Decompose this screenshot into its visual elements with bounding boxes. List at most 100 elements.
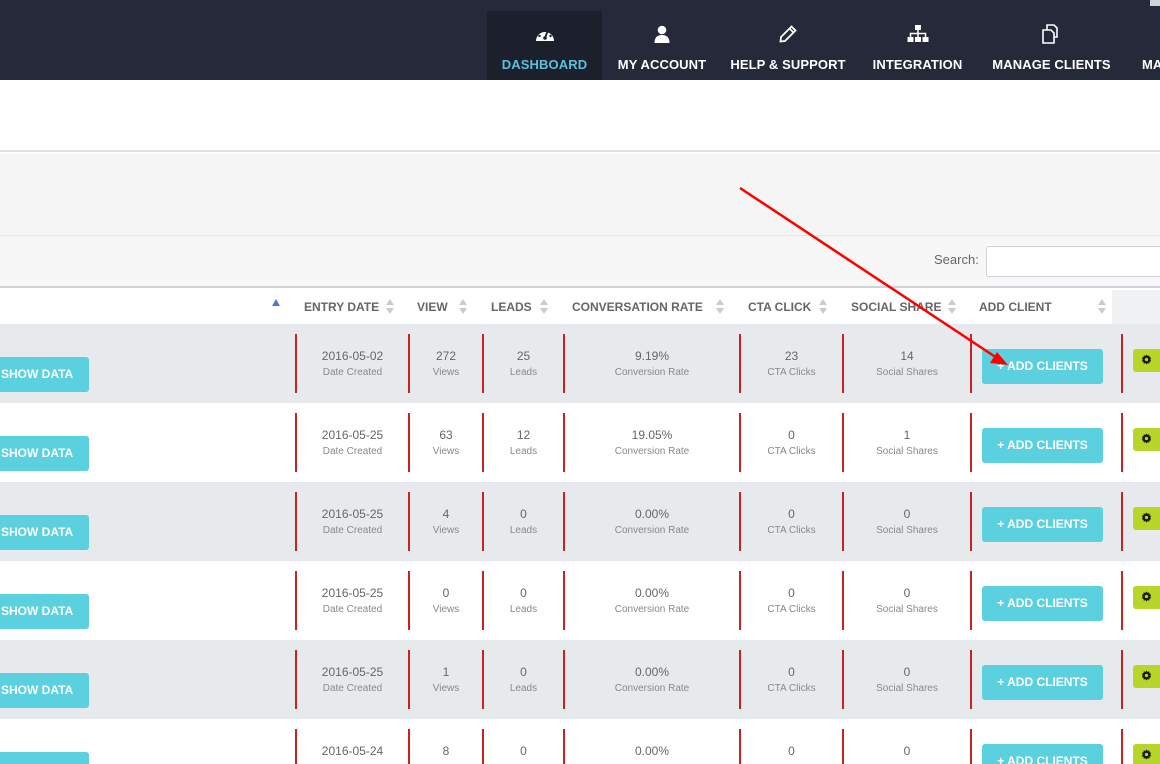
column-divider (970, 334, 972, 393)
settings-button[interactable] (1133, 349, 1160, 372)
nav-my-account-label: MY ACCOUNT (617, 57, 707, 72)
leads-cell: 12 Leads (484, 428, 563, 459)
sort-icon[interactable] (819, 299, 827, 315)
views-sublabel: Views (432, 367, 460, 378)
rate-sublabel: Conversion Rate (614, 604, 690, 615)
add-clients-button[interactable]: + ADD CLIENTS (982, 744, 1103, 764)
settings-button[interactable] (1133, 586, 1160, 609)
entry-date-cell: 2016-05-25 Date Created (297, 665, 408, 696)
column-divider (1121, 492, 1123, 551)
column-divider (1121, 334, 1123, 393)
views-cell: 8 (410, 744, 482, 759)
rate-cell: 9.19% Conversion Rate (565, 349, 739, 380)
social-value: 0 (903, 744, 911, 758)
cta-cell: 0 (741, 744, 842, 759)
gear-icon (1141, 668, 1152, 686)
social-sublabel: Social Shares (876, 683, 938, 694)
nav-help-support-label: HELP & SUPPORT (730, 57, 846, 72)
col-entry-date[interactable]: ENTRY DATE (304, 290, 379, 324)
views-value: 4 (442, 507, 450, 521)
col-cta-click[interactable]: CTA CLICK (748, 290, 811, 324)
col-conversation-rate[interactable]: CONVERSATION RATE (572, 290, 703, 324)
social-sublabel: Social Shares (876, 604, 938, 615)
views-cell: 4 Views (410, 507, 482, 538)
pencil-icon (726, 23, 850, 45)
entry-date-value: 2016-05-25 (321, 507, 384, 521)
sort-icon[interactable] (948, 299, 956, 315)
entry-date-value: 2016-05-24 (321, 744, 384, 758)
cta-sublabel: CTA Clicks (767, 683, 816, 694)
add-clients-button[interactable]: + ADD CLIENTS (982, 507, 1103, 542)
add-clients-button[interactable]: + ADD CLIENTS (982, 665, 1103, 700)
views-value: 0 (442, 586, 450, 600)
search-input[interactable] (986, 246, 1160, 277)
cta-value: 0 (788, 665, 795, 679)
settings-button[interactable] (1133, 744, 1160, 764)
settings-button[interactable] (1133, 428, 1160, 451)
show-data-button[interactable]: SHOW DATA (0, 594, 89, 629)
copy-icon (985, 23, 1118, 45)
sort-icon[interactable] (716, 299, 724, 315)
rate-cell: 0.00% Conversion Rate (565, 665, 739, 696)
search-bar: Search: (0, 236, 1160, 288)
table-row: SHOW DATA 2016-05-25 Date Created 1 Views … (0, 640, 1160, 719)
col-view[interactable]: VIEW (417, 290, 448, 324)
col-leads[interactable]: LEADS (491, 290, 532, 324)
rate-value: 0.00% (634, 665, 670, 679)
nav-dashboard[interactable]: DASHBOARD (487, 11, 602, 80)
add-clients-button[interactable]: + ADD CLIENTS (982, 586, 1103, 621)
cta-value: 23 (784, 349, 799, 363)
nav-manage-clients[interactable]: MANAGE CLIENTS (985, 11, 1118, 80)
leads-cell: 0 Leads (484, 586, 563, 617)
column-divider (970, 492, 972, 551)
social-value: 14 (900, 349, 914, 363)
leads-sublabel: Leads (509, 446, 538, 457)
leads-cell: 0 Leads (484, 665, 563, 696)
col-social-share[interactable]: SOCIAL SHARE (851, 290, 941, 324)
entry-date-sublabel: Date Created (322, 604, 383, 615)
entry-date-cell: 2016-05-02 Date Created (297, 349, 408, 380)
nav-more-label: MA (1142, 57, 1160, 72)
add-clients-button[interactable]: + ADD CLIENTS (982, 428, 1103, 463)
nav-integration[interactable]: INTEGRATION (862, 11, 973, 80)
sort-icon[interactable] (540, 299, 548, 315)
sort-ascending-icon[interactable] (272, 299, 280, 306)
sitemap-icon (862, 23, 973, 45)
show-data-button[interactable]: SHOW DATA (0, 515, 89, 550)
settings-button[interactable] (1133, 507, 1160, 530)
nav-more[interactable]: MA (1136, 11, 1160, 80)
show-data-button[interactable]: SHOW DATA (0, 436, 89, 471)
nav-help-support[interactable]: HELP & SUPPORT (726, 11, 850, 80)
social-cell: 0 Social Shares (844, 507, 970, 538)
entry-date-value: 2016-05-25 (321, 586, 384, 600)
rate-cell: 19.05% Conversion Rate (565, 428, 739, 459)
rate-sublabel: Conversion Rate (614, 683, 690, 694)
leads-value: 0 (520, 507, 527, 521)
leads-sublabel: Leads (509, 367, 538, 378)
sort-icon[interactable] (386, 299, 394, 315)
col-add-client[interactable]: ADD CLIENT (979, 290, 1052, 324)
show-data-button[interactable]: SHOW DATA (0, 357, 89, 392)
add-clients-button[interactable]: + ADD CLIENTS (982, 349, 1103, 384)
rate-cell: 0.00% (565, 744, 739, 759)
entry-date-cell: 2016-05-24 (297, 744, 408, 759)
show-data-button[interactable]: SHOW DATA (0, 673, 89, 708)
entry-date-value: 2016-05-25 (321, 428, 384, 442)
entry-date-cell: 2016-05-25 Date Created (297, 428, 408, 459)
cta-cell: 0 CTA Clicks (741, 665, 842, 696)
leads-cell: 0 Leads (484, 507, 563, 538)
cta-cell: 23 CTA Clicks (741, 349, 842, 380)
column-divider (970, 650, 972, 709)
col-actions-header (1112, 290, 1160, 324)
table-row: SHOW DATA 2016-05-25 Date Created 0 Views … (0, 561, 1160, 640)
show-data-button[interactable]: SHOW DATA (0, 752, 89, 764)
gear-icon (1141, 352, 1152, 370)
sort-icon[interactable] (459, 299, 467, 315)
views-cell: 1 Views (410, 665, 482, 696)
cta-cell: 0 CTA Clicks (741, 428, 842, 459)
sort-icon[interactable] (1098, 299, 1106, 315)
rate-value: 0.00% (634, 586, 670, 600)
leads-sublabel: Leads (509, 604, 538, 615)
settings-button[interactable] (1133, 665, 1160, 688)
nav-my-account[interactable]: MY ACCOUNT (604, 11, 720, 80)
